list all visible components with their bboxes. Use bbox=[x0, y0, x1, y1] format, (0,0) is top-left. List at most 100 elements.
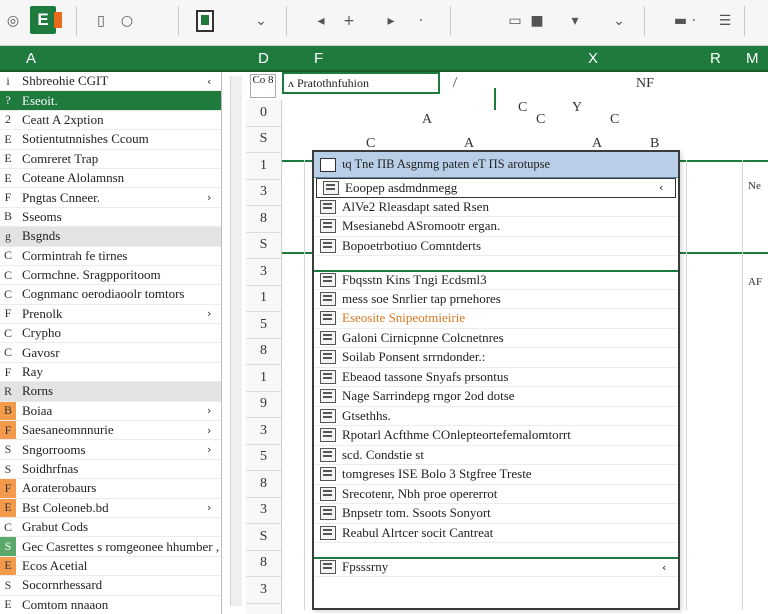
dropdown-item[interactable]: Bopoetrbotiuo Comntderts bbox=[314, 237, 678, 256]
side-menu-item[interactable]: C Gavosr bbox=[0, 343, 221, 363]
side-menu-item[interactable]: F Prenolk › bbox=[0, 305, 221, 325]
side-menu-item[interactable]: S Socornrhessard bbox=[0, 576, 221, 596]
row-number[interactable]: S bbox=[246, 233, 281, 259]
row-number[interactable]: 3 bbox=[246, 418, 281, 445]
dropdown-header[interactable]: ιq Tne ΠB Asgnmg paten eT ΠS arotupse bbox=[314, 152, 678, 178]
add-icon[interactable]: + bbox=[340, 10, 358, 32]
dropdown-item[interactable]: Eseosite Snipeotmieirie bbox=[314, 309, 678, 329]
chevron-icon: ‹ bbox=[659, 181, 664, 195]
side-menu-item-label: Rorns bbox=[22, 383, 54, 399]
dropdown-item[interactable]: Bnpsetr tom. Ssoots Sonyort bbox=[314, 504, 678, 524]
side-menu-item[interactable]: E Comtom nnaaon bbox=[0, 596, 221, 614]
column-header[interactable]: M bbox=[746, 50, 759, 67]
dropdown-item[interactable]: Fbqsstn Kins Tngi Ecdsml3 bbox=[314, 270, 678, 290]
row-number[interactable]: 8 bbox=[246, 551, 281, 577]
side-menu-item[interactable]: F Saesaneomnnurie › bbox=[0, 421, 221, 441]
row-number[interactable]: 1 bbox=[246, 286, 281, 312]
row-number[interactable]: 8 bbox=[246, 471, 281, 498]
menu-icon[interactable]: ☰ bbox=[716, 10, 734, 32]
arrow-left-icon[interactable]: ◂ bbox=[312, 10, 330, 32]
column-header[interactable]: D bbox=[258, 50, 269, 67]
dropdown-item[interactable]: tomgreses ISE Bolo 3 Stgfree Treste bbox=[314, 465, 678, 485]
row-number[interactable]: 5 bbox=[246, 312, 281, 339]
side-menu-item[interactable]: S Sngorrooms › bbox=[0, 440, 221, 460]
dropdown-item[interactable]: Reabul Alrtcer socit Cantreat bbox=[314, 524, 678, 543]
side-menu-item[interactable]: E Bst Coleoneb.bd › bbox=[0, 498, 221, 518]
row-number[interactable]: 1 bbox=[246, 365, 281, 392]
side-menu-item[interactable]: C Cognmanc oerodiaoolr tomtors bbox=[0, 285, 221, 305]
row-number[interactable]: 8 bbox=[246, 206, 281, 233]
dropdown-item[interactable]: Fpsssrny ‹ bbox=[314, 557, 678, 577]
side-menu-item[interactable]: F Pngtas Cnneer. › bbox=[0, 188, 221, 208]
square-icon[interactable]: ■ bbox=[528, 10, 546, 32]
side-menu-item[interactable]: E Coteane Alolamnsn bbox=[0, 169, 221, 189]
toolbar: ◎ E ▯ ○ ⌄ ◂ + ▸ · ▭ ■ ▾ ⌄ ▬ · ☰ bbox=[0, 0, 768, 46]
side-menu-item[interactable]: C Cormintrah fe tirnes bbox=[0, 247, 221, 266]
dropdown-item[interactable]: Gtsethhs. bbox=[314, 407, 678, 426]
side-menu-scrollbar[interactable] bbox=[230, 76, 242, 606]
side-menu-item-label: Cormchne. Sragpporitoom bbox=[22, 267, 161, 283]
dropdown-item[interactable]: Srecotenr, Nbh proe opererrot bbox=[314, 485, 678, 504]
chevron-down-icon[interactable]: ⌄ bbox=[252, 10, 270, 32]
side-menu-item[interactable]: S Gec Casrettes s romgeonee hhumber , bbox=[0, 537, 221, 557]
circle-icon[interactable]: ○ bbox=[118, 10, 136, 32]
side-menu-item[interactable]: F Ray bbox=[0, 363, 221, 383]
more-icon[interactable]: · bbox=[412, 10, 430, 32]
dropdown-item[interactable]: Eoopep asdmdnmegg ‹ bbox=[316, 178, 676, 198]
row-number[interactable]: S bbox=[246, 524, 281, 551]
dropdown-item[interactable]: scd. Condstie st bbox=[314, 446, 678, 465]
side-menu-item[interactable]: E Comreret Trap bbox=[0, 150, 221, 169]
side-menu-item[interactable]: S Soidhrfnas bbox=[0, 460, 221, 480]
row-number[interactable]: 9 bbox=[246, 392, 281, 418]
dropdown-item[interactable]: Msesianebd ASromootr ergan. bbox=[314, 217, 678, 237]
arrow-right-icon[interactable]: ▸ bbox=[382, 10, 400, 32]
chevron-down-icon[interactable]: ⌄ bbox=[610, 10, 628, 32]
settings-gear-icon[interactable]: ◎ bbox=[4, 10, 22, 32]
dropdown-item[interactable]: Rpotarl Acfthme COnlepteortefemalomtorrt bbox=[314, 426, 678, 446]
side-menu-item[interactable]: F Aoraterobaurs bbox=[0, 479, 221, 499]
phone-icon[interactable]: ▯ bbox=[92, 10, 110, 32]
dropdown-item[interactable]: Soilab Ponsent srrndonder.: bbox=[314, 348, 678, 368]
row-number[interactable]: 3 bbox=[246, 259, 281, 286]
document-icon[interactable] bbox=[192, 10, 218, 32]
dropdown-item[interactable]: Galoni Cirnicpnne Colcnetnres bbox=[314, 329, 678, 348]
side-menu-item[interactable]: E Ecos Acetial bbox=[0, 556, 221, 577]
side-menu-item[interactable]: i Shbreohie CGIT ‹ bbox=[0, 72, 221, 92]
page-icon[interactable]: ▭ bbox=[506, 10, 524, 32]
side-menu-item[interactable]: E Sotientutnnishes Ccoum bbox=[0, 130, 221, 150]
app-logo[interactable]: E bbox=[30, 6, 62, 34]
dash-icon[interactable]: ▬ · bbox=[670, 10, 700, 32]
dropdown-item[interactable]: Ebeaod tassone Snyafs prsontus bbox=[314, 368, 678, 387]
row-number[interactable]: 1 bbox=[246, 153, 281, 180]
name-box[interactable]: Co 8 bbox=[250, 74, 276, 98]
side-menu-item[interactable]: C Cormchne. Sragpporitoom bbox=[0, 266, 221, 286]
row-number[interactable]: 3 bbox=[246, 180, 281, 206]
side-menu-item[interactable]: C Crypho bbox=[0, 324, 221, 344]
side-menu-item-glyph: S bbox=[4, 442, 12, 457]
row-number[interactable]: 5 bbox=[246, 445, 281, 471]
side-menu-item[interactable]: g Bsgnds bbox=[0, 227, 221, 247]
formula-bar[interactable]: ʌ Pratothnfuhion bbox=[282, 72, 440, 94]
list-icon bbox=[323, 180, 339, 195]
side-menu-item[interactable]: R Rorns bbox=[0, 382, 221, 402]
side-menu-item[interactable]: B Boiaa › bbox=[0, 401, 221, 422]
arrow-down-icon[interactable]: ▾ bbox=[566, 10, 584, 32]
side-menu-item[interactable]: B Sseoms bbox=[0, 208, 221, 228]
row-number[interactable]: 3 bbox=[246, 498, 281, 524]
dropdown-menu: ιq Tne ΠB Asgnmg paten eT ΠS arotupse Eo… bbox=[312, 150, 680, 610]
row-number[interactable]: 3 bbox=[246, 577, 281, 604]
dropdown-item-label: scd. Condstie st bbox=[342, 446, 424, 462]
column-header[interactable]: F bbox=[314, 50, 323, 67]
row-number[interactable]: S bbox=[246, 127, 281, 153]
side-menu-item[interactable]: 2 Ceatt A 2xption bbox=[0, 111, 221, 131]
dropdown-item[interactable]: Nage Sarrindepg rngor 2od dotse bbox=[314, 387, 678, 407]
dropdown-item[interactable]: AlVe2 Rleasdapt sated Rsen bbox=[314, 198, 678, 217]
row-number[interactable]: 0 bbox=[246, 100, 281, 127]
column-header[interactable]: R bbox=[710, 50, 721, 67]
side-menu-item[interactable]: C Grabut Cods bbox=[0, 518, 221, 538]
column-header[interactable]: A bbox=[26, 50, 36, 67]
column-header[interactable]: X bbox=[588, 50, 598, 67]
side-menu-item[interactable]: ? Eseoit. bbox=[0, 91, 221, 111]
row-number[interactable]: 8 bbox=[246, 339, 281, 365]
dropdown-item[interactable]: mess soe Snrlier tap prnehores bbox=[314, 290, 678, 309]
